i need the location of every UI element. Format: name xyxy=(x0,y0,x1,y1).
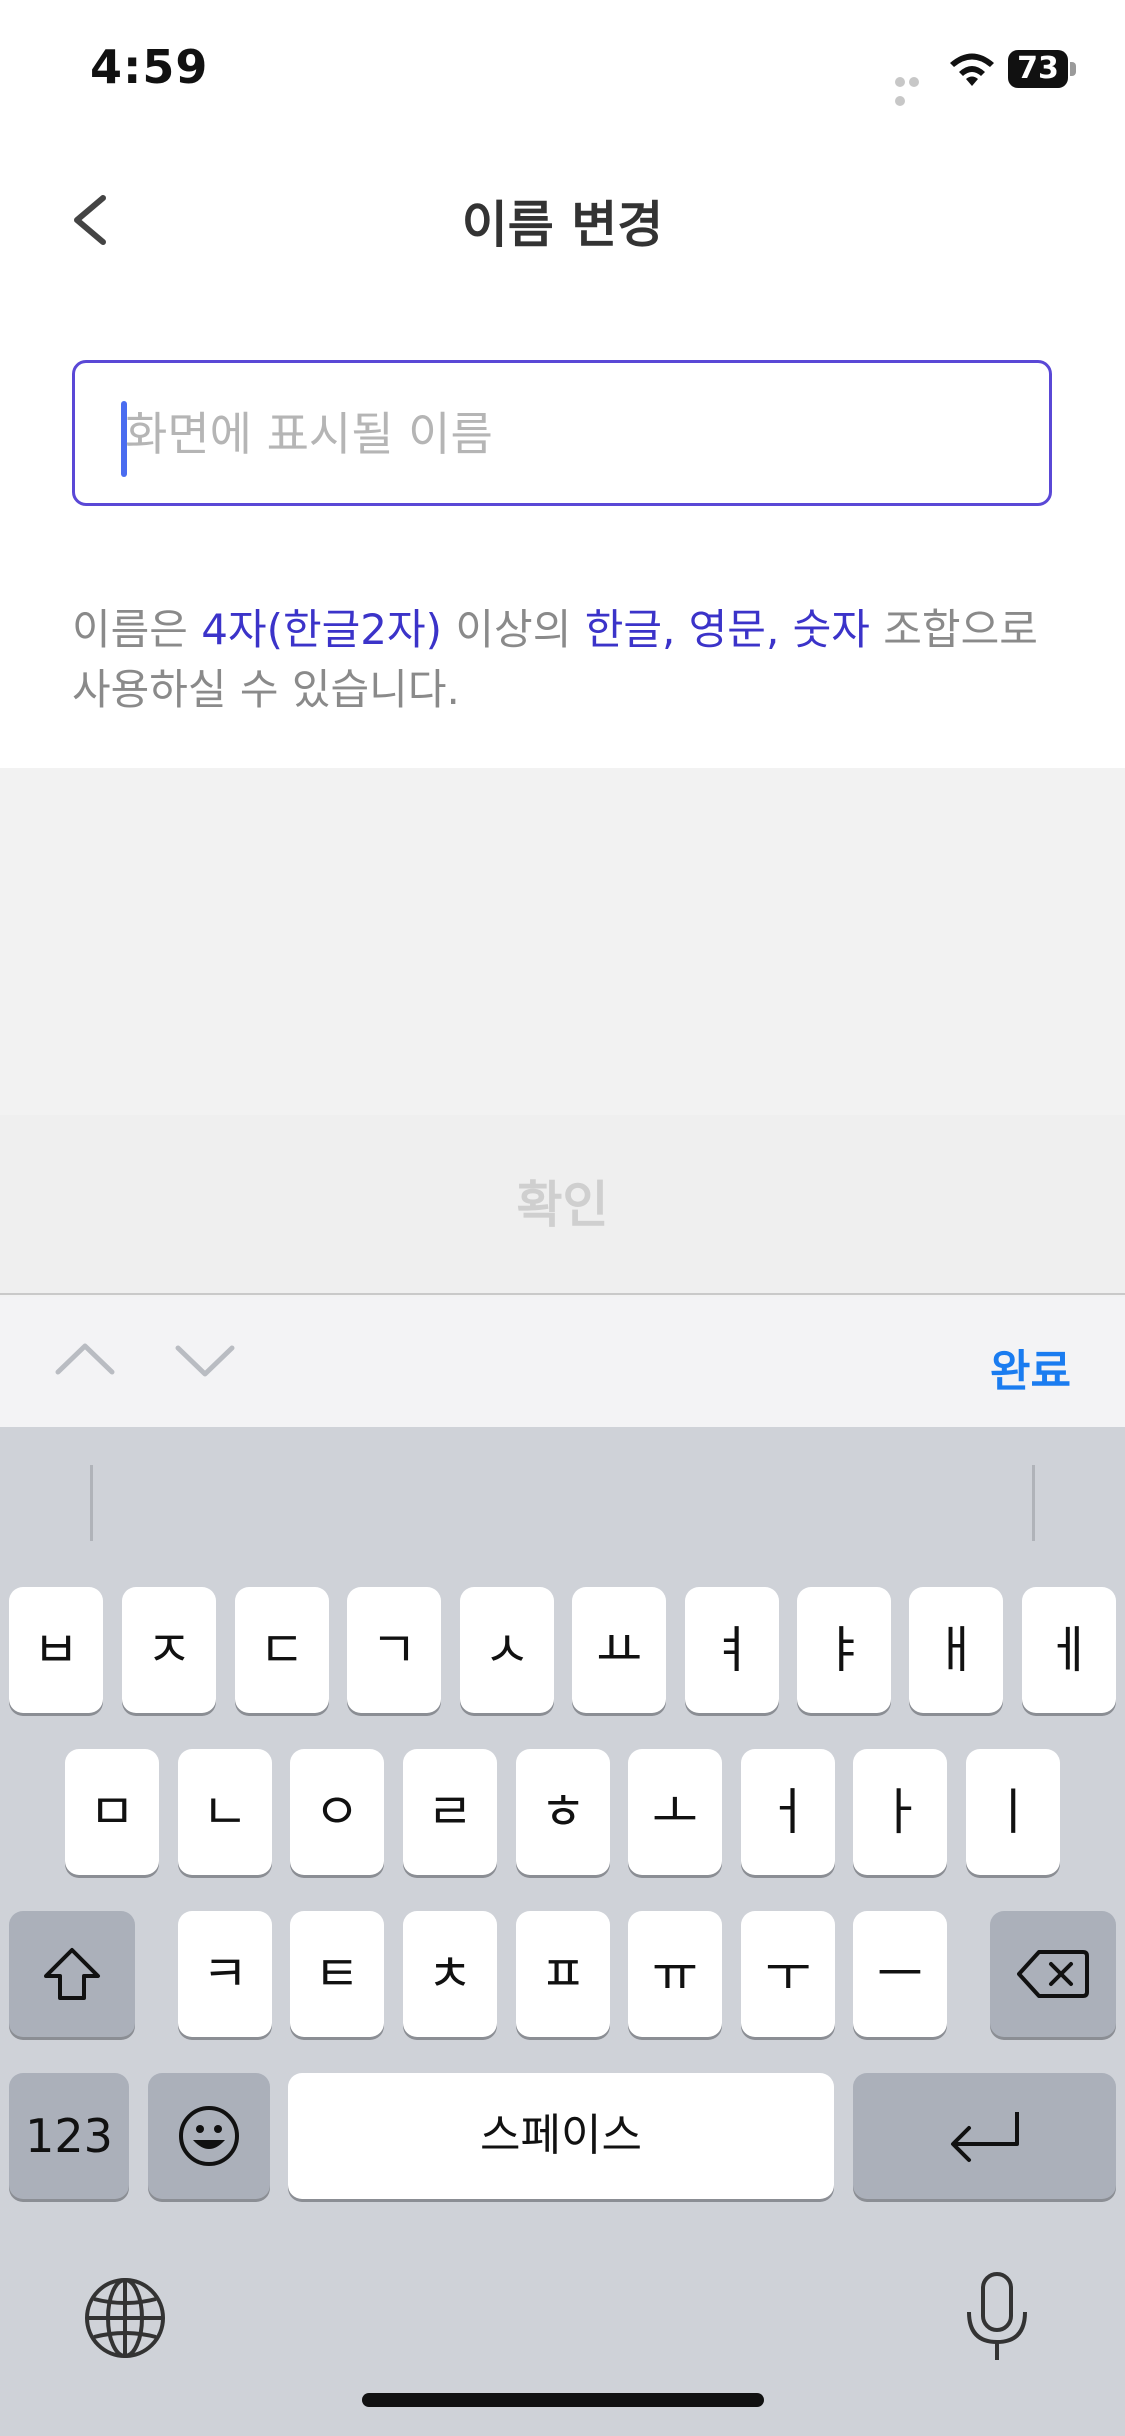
chevron-down-icon[interactable] xyxy=(170,1330,240,1390)
key[interactable]: ㅣ xyxy=(966,1749,1060,1875)
return-icon xyxy=(950,2112,1019,2162)
space-key[interactable]: 스페이스 xyxy=(288,2073,834,2199)
globe-icon[interactable] xyxy=(82,2275,168,2361)
key[interactable]: ㅗ xyxy=(628,1749,722,1875)
return-key[interactable] xyxy=(853,2073,1116,2199)
hint-text: 이름은 xyxy=(72,605,202,654)
key[interactable]: ㅎ xyxy=(516,1749,610,1875)
hint-highlight-charset: 한글, 영문, 숫자 xyxy=(584,605,870,654)
battery-level: 73 xyxy=(1017,51,1059,86)
key[interactable]: ㄹ xyxy=(403,1749,497,1875)
shift-icon xyxy=(44,1948,100,2000)
key[interactable]: ㅅ xyxy=(460,1587,554,1713)
emoji-icon xyxy=(179,2106,239,2166)
battery-icon: 73 xyxy=(1008,50,1078,90)
key[interactable]: ㄱ xyxy=(347,1587,441,1713)
status-time: 4:59 xyxy=(90,40,209,94)
numbers-key[interactable]: 123 xyxy=(9,2073,129,2199)
hint-text: 이상의 xyxy=(442,605,585,654)
key[interactable]: ㅕ xyxy=(685,1587,779,1713)
key[interactable]: ㄴ xyxy=(178,1749,272,1875)
page-title: 이름 변경 xyxy=(461,196,664,254)
key[interactable]: ㅏ xyxy=(853,1749,947,1875)
key[interactable]: ㅠ xyxy=(628,1911,722,2037)
home-indicator xyxy=(362,2393,764,2407)
backspace-icon xyxy=(1017,1950,1089,1998)
suggestion-divider xyxy=(1032,1465,1035,1541)
key[interactable]: ㅐ xyxy=(909,1587,1003,1713)
emoji-key[interactable] xyxy=(148,2073,270,2199)
key[interactable]: ㅈ xyxy=(122,1587,216,1713)
suggestion-divider xyxy=(90,1465,93,1541)
name-rule-hint: 이름은 4자(한글2자) 이상의 한글, 영문, 숫자 조합으로 사용하실 수 … xyxy=(72,600,1062,720)
key[interactable]: ㅂ xyxy=(9,1587,103,1713)
key[interactable]: ㅇ xyxy=(290,1749,384,1875)
key[interactable]: ㅁ xyxy=(65,1749,159,1875)
key[interactable]: ㅔ xyxy=(1022,1587,1116,1713)
key[interactable]: ㅡ xyxy=(853,1911,947,2037)
key[interactable]: ㅍ xyxy=(516,1911,610,2037)
key[interactable]: ㅊ xyxy=(403,1911,497,2037)
key[interactable]: ㅋ xyxy=(178,1911,272,2037)
key[interactable]: ㅜ xyxy=(741,1911,835,2037)
key[interactable]: ㅌ xyxy=(290,1911,384,2037)
microphone-icon[interactable] xyxy=(963,2270,1031,2366)
key[interactable]: ㅛ xyxy=(572,1587,666,1713)
key[interactable]: ㅓ xyxy=(741,1749,835,1875)
wifi-icon xyxy=(950,53,994,86)
shift-key[interactable] xyxy=(9,1911,135,2037)
done-button[interactable]: 완료 xyxy=(990,1335,1071,1399)
name-input[interactable] xyxy=(123,363,1027,505)
key[interactable]: ㄷ xyxy=(235,1587,329,1713)
chevron-up-icon[interactable] xyxy=(50,1330,120,1390)
confirm-button[interactable]: 확인 xyxy=(0,1115,1125,1295)
cellular-signal-icon xyxy=(895,72,935,106)
keyboard-accessory-bar xyxy=(0,1297,1125,1427)
backspace-key[interactable] xyxy=(990,1911,1116,2037)
hint-highlight-length: 4자(한글2자) xyxy=(201,605,443,654)
key[interactable]: ㅑ xyxy=(797,1587,891,1713)
name-field[interactable] xyxy=(72,360,1052,506)
